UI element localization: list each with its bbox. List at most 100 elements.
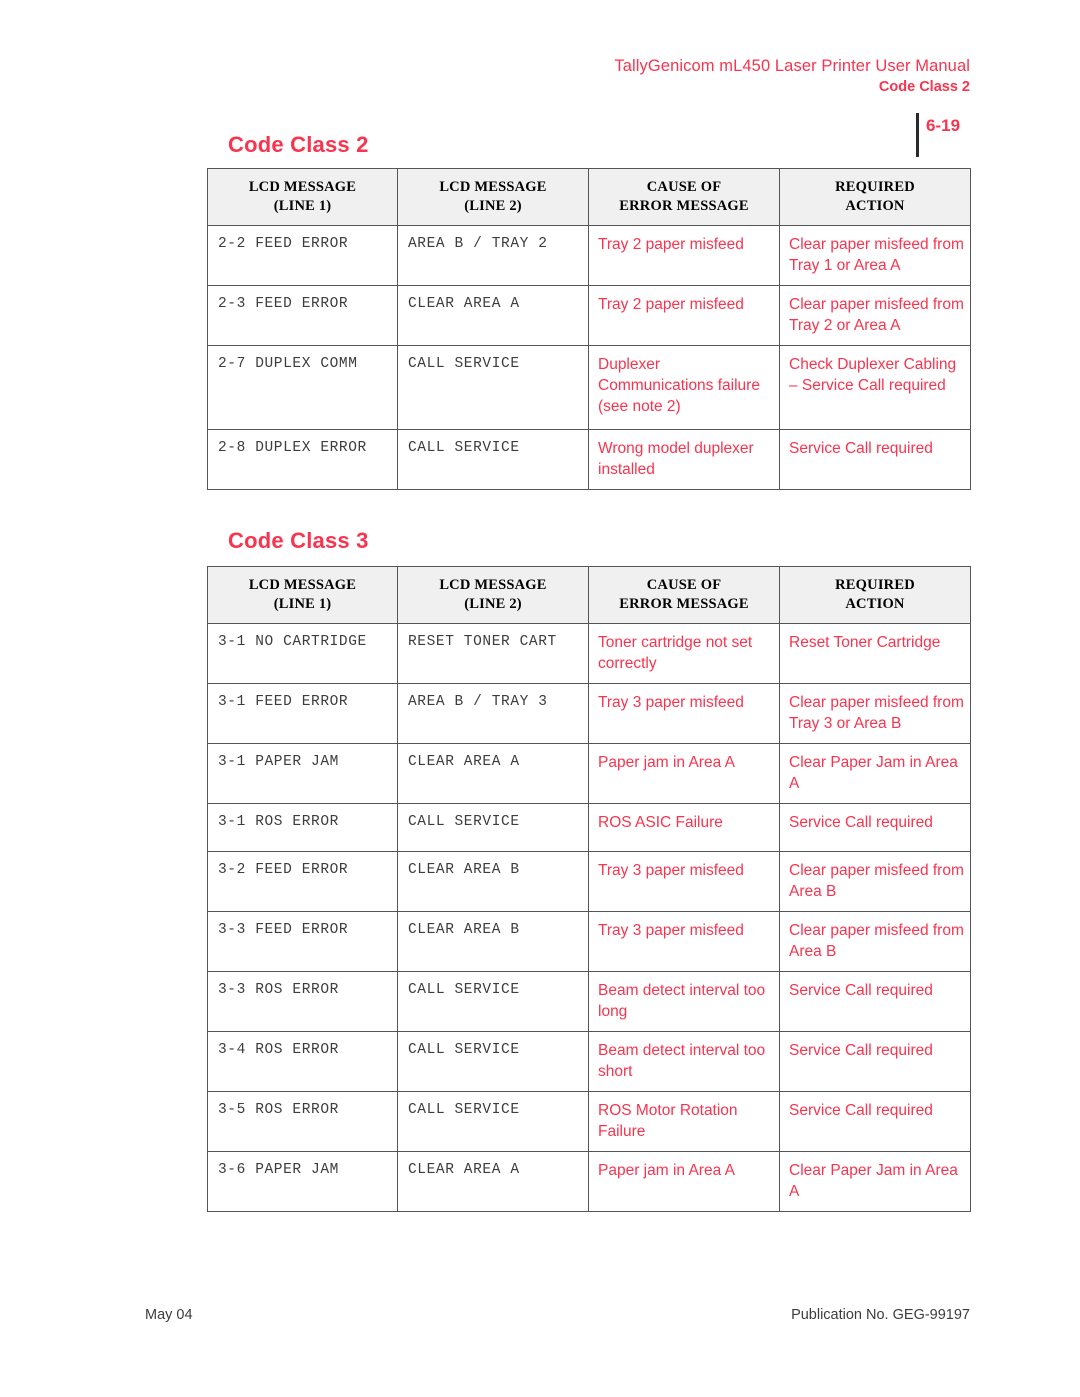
cell-action: Service Call required [779, 429, 971, 490]
cell-cause: Toner cartridge not set correctly [588, 623, 780, 684]
cell-cause: Paper jam in Area A [588, 1151, 780, 1212]
section-heading-code-class-3: Code Class 3 [228, 528, 369, 553]
table-row: 3-1 ROS ERROR CALL SERVICE ROS ASIC Fail… [207, 803, 971, 852]
cell-lcd-line-1: 3-5 ROS ERROR [207, 1091, 398, 1152]
column-header-text: CAUSE OF [646, 577, 722, 593]
cell-lcd-line-2: CLEAR AREA A [397, 743, 589, 804]
cell-cause: Wrong model duplexer installed [588, 429, 780, 490]
cell-lcd-line-1: 3-1 PAPER JAM [207, 743, 398, 804]
page-header: TallyGenicom mL450 Laser Printer User Ma… [0, 56, 1080, 157]
column-header-cause-of-error-message: CAUSE OF ERROR MESSAGE [588, 566, 780, 624]
page-number: 6-19 [926, 116, 961, 135]
cell-action: Clear paper misfeed from Area B [779, 911, 971, 972]
cell-lcd-line-1: 3-3 ROS ERROR [207, 971, 398, 1032]
cell-cause: ROS ASIC Failure [588, 803, 780, 852]
cell-cause: Tray 3 paper misfeed [588, 683, 780, 744]
cell-cause: Tray 3 paper misfeed [588, 851, 780, 912]
cell-cause: ROS Motor Rotation Failure [588, 1091, 780, 1152]
table-header-row: LCD MESSAGE (LINE 1) LCD MESSAGE (LINE 2… [207, 566, 971, 624]
cell-action: Service Call required [779, 803, 971, 852]
cell-lcd-line-2: CALL SERVICE [397, 429, 589, 490]
cell-cause: Paper jam in Area A [588, 743, 780, 804]
column-header-text: REQUIRED [835, 577, 915, 593]
table-row: 3-6 PAPER JAM CLEAR AREA A Paper jam in … [207, 1151, 971, 1212]
cell-cause: Tray 2 paper misfeed [588, 285, 780, 346]
cell-action: Check Duplexer Cabling – Service Call re… [779, 345, 971, 430]
footer-date: May 04 [145, 1307, 193, 1323]
cell-action: Service Call required [779, 1031, 971, 1092]
column-header-lcd-line-2: LCD MESSAGE (LINE 2) [397, 168, 589, 226]
table-row: 3-4 ROS ERROR CALL SERVICE Beam detect i… [207, 1031, 971, 1092]
column-header-text: LCD MESSAGE [248, 179, 357, 195]
cell-lcd-line-2: CALL SERVICE [397, 971, 589, 1032]
footer-publication-number: Publication No. GEG-99197 [791, 1307, 970, 1323]
manual-title: TallyGenicom mL450 Laser Printer User Ma… [614, 57, 970, 75]
column-header-subtext: ERROR MESSAGE [619, 596, 749, 612]
column-header-text: LCD MESSAGE [439, 577, 547, 593]
cell-lcd-line-1: 3-2 FEED ERROR [207, 851, 398, 912]
cell-action: Clear paper misfeed from Tray 2 or Area … [779, 285, 971, 346]
cell-lcd-line-1: 3-1 NO CARTRIDGE [207, 623, 398, 684]
table-row: 3-1 NO CARTRIDGE RESET TONER CART Toner … [207, 623, 971, 684]
cell-lcd-line-1: 3-4 ROS ERROR [207, 1031, 398, 1092]
cell-action: Reset Toner Cartridge [779, 623, 971, 684]
cell-action: Clear paper misfeed from Area B [779, 851, 971, 912]
column-header-subtext: ACTION [845, 596, 905, 612]
cell-cause: Tray 3 paper misfeed [588, 911, 780, 972]
cell-lcd-line-2: AREA B / TRAY 3 [397, 683, 589, 744]
table-row: 3-1 FEED ERROR AREA B / TRAY 3 Tray 3 pa… [207, 683, 971, 744]
cell-lcd-line-1: 2-7 DUPLEX COMM [207, 345, 398, 430]
table-row: 3-3 FEED ERROR CLEAR AREA B Tray 3 paper… [207, 911, 971, 972]
code-class-3-table: LCD MESSAGE (LINE 1) LCD MESSAGE (LINE 2… [207, 566, 971, 1212]
cell-cause: Beam detect interval too long [588, 971, 780, 1032]
column-header-subtext: (LINE 1) [273, 198, 332, 214]
column-header-text: LCD MESSAGE [439, 179, 547, 195]
column-header-subtext: (LINE 2) [464, 198, 522, 214]
column-header-lcd-line-1: LCD MESSAGE (LINE 1) [207, 566, 398, 624]
cell-lcd-line-1: 3-6 PAPER JAM [207, 1151, 398, 1212]
column-header-text: REQUIRED [835, 179, 915, 195]
cell-action: Clear Paper Jam in Area A [779, 1151, 971, 1212]
cell-lcd-line-2: CALL SERVICE [397, 1091, 589, 1152]
column-header-lcd-line-1: LCD MESSAGE (LINE 1) [207, 168, 398, 226]
cell-action: Clear Paper Jam in Area A [779, 743, 971, 804]
column-header-subtext: (LINE 1) [273, 596, 332, 612]
cell-action: Service Call required [779, 1091, 971, 1152]
cell-lcd-line-1: 2-8 DUPLEX ERROR [207, 429, 398, 490]
section-heading-code-class-2: Code Class 2 [228, 132, 369, 157]
table-row: 2-3 FEED ERROR CLEAR AREA A Tray 2 paper… [207, 285, 971, 346]
cell-lcd-line-1: 3-1 FEED ERROR [207, 683, 398, 744]
column-header-lcd-line-2: LCD MESSAGE (LINE 2) [397, 566, 589, 624]
table-header-row: LCD MESSAGE (LINE 1) LCD MESSAGE (LINE 2… [207, 168, 971, 226]
cell-action: Clear paper misfeed from Tray 3 or Area … [779, 683, 971, 744]
page-footer: May 04 Publication No. GEG-99197 [0, 1305, 1080, 1329]
cell-lcd-line-2: CLEAR AREA B [397, 911, 589, 972]
column-header-cause-of-error-message: CAUSE OF ERROR MESSAGE [588, 168, 780, 226]
cell-lcd-line-2: CALL SERVICE [397, 803, 589, 852]
cell-cause: Beam detect interval too short [588, 1031, 780, 1092]
cell-cause: Duplexer Communications failure (see not… [588, 345, 780, 430]
column-header-subtext: (LINE 2) [464, 596, 522, 612]
cell-lcd-line-2: CALL SERVICE [397, 345, 589, 430]
cell-lcd-line-1: 3-1 ROS ERROR [207, 803, 398, 852]
table-row: 2-8 DUPLEX ERROR CALL SERVICE Wrong mode… [207, 429, 971, 490]
cell-lcd-line-2: CLEAR AREA A [397, 1151, 589, 1212]
cell-lcd-line-2: RESET TONER CART [397, 623, 589, 684]
code-class-2-table: LCD MESSAGE (LINE 1) LCD MESSAGE (LINE 2… [207, 168, 971, 490]
cell-lcd-line-2: AREA B / TRAY 2 [397, 225, 589, 286]
cell-lcd-line-1: 3-3 FEED ERROR [207, 911, 398, 972]
column-header-required-action: REQUIRED ACTION [779, 566, 971, 624]
table-row: 2-7 DUPLEX COMM CALL SERVICE Duplexer Co… [207, 345, 971, 430]
cell-lcd-line-1: 2-2 FEED ERROR [207, 225, 398, 286]
cell-lcd-line-2: CLEAR AREA B [397, 851, 589, 912]
table-row: 3-3 ROS ERROR CALL SERVICE Beam detect i… [207, 971, 971, 1032]
cell-lcd-line-2: CALL SERVICE [397, 1031, 589, 1092]
cell-action: Service Call required [779, 971, 971, 1032]
table-row: 3-1 PAPER JAM CLEAR AREA A Paper jam in … [207, 743, 971, 804]
header-section-label: Code Class 2 [878, 79, 970, 95]
column-header-required-action: REQUIRED ACTION [779, 168, 971, 226]
table-row: 3-2 FEED ERROR CLEAR AREA B Tray 3 paper… [207, 851, 971, 912]
table-row: 2-2 FEED ERROR AREA B / TRAY 2 Tray 2 pa… [207, 225, 971, 286]
manual-page: TallyGenicom mL450 Laser Printer User Ma… [0, 0, 1080, 1397]
column-header-text: CAUSE OF [646, 179, 722, 195]
